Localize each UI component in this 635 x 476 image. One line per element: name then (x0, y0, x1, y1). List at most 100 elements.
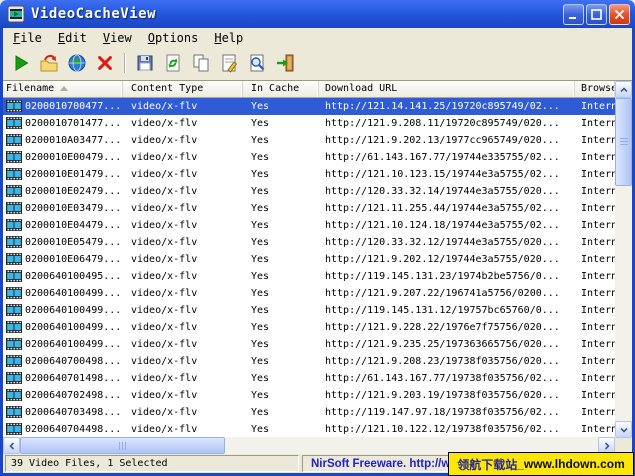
close-icon (614, 9, 625, 20)
content-type-cell: video/x-flv (123, 118, 243, 129)
exit-button[interactable] (273, 51, 297, 75)
filename-cell: 0200640702498... (25, 390, 121, 401)
table-row[interactable]: 0200640700498... video/x-flv Yes http://… (3, 353, 615, 370)
film-icon (6, 321, 22, 333)
copy-button[interactable] (189, 51, 213, 75)
watermark-site-url: _www.lhdown.com (517, 457, 625, 471)
filename-cell: 0200010E02479... (25, 186, 121, 197)
table-row[interactable]: 0200640100499... video/x-flv Yes http://… (3, 285, 615, 302)
menu-options[interactable]: Options (140, 29, 207, 47)
arrow-down-icon (620, 426, 628, 434)
scroll-down-button[interactable] (615, 421, 632, 438)
scroll-left-button[interactable] (3, 437, 20, 454)
browser-cell: Intern (575, 407, 615, 418)
in-cache-cell: Yes (243, 305, 319, 316)
table-row[interactable]: 0200640703498... video/x-flv Yes http://… (3, 404, 615, 421)
close-button[interactable] (609, 4, 630, 25)
horizontal-scroll-thumb[interactable] (20, 437, 225, 454)
filename-cell: 0200010701477... (25, 118, 121, 129)
table-row[interactable]: 0200010E05479... video/x-flv Yes http://… (3, 234, 615, 251)
in-cache-cell: Yes (243, 118, 319, 129)
table-row[interactable]: 0200010E00479... video/x-flv Yes http://… (3, 149, 615, 166)
save-button[interactable] (133, 51, 157, 75)
filename-cell: 0200640700498... (25, 356, 121, 367)
open-in-browser-button[interactable] (65, 51, 89, 75)
filename-cell: 0200010E00479... (25, 152, 121, 163)
browser-cell: Intern (575, 322, 615, 333)
film-icon (6, 117, 22, 129)
table-row[interactable]: 0200010E04479... video/x-flv Yes http://… (3, 217, 615, 234)
download-url-cell: http://61.143.167.77/19738f035756/02... (319, 373, 575, 384)
table-row[interactable]: 0200010E06479... video/x-flv Yes http://… (3, 251, 615, 268)
vertical-scrollbar[interactable] (615, 81, 632, 438)
copy-files-button[interactable] (37, 51, 61, 75)
delete-button[interactable] (93, 51, 117, 75)
scroll-up-button[interactable] (615, 81, 632, 98)
refresh-button[interactable] (161, 51, 185, 75)
filename-cell: 0200010E06479... (25, 254, 121, 265)
table-row[interactable]: 0200010E03479... video/x-flv Yes http://… (3, 200, 615, 217)
download-url-cell: http://119.145.131.23/1974b2be5756/0... (319, 271, 575, 282)
column-header-download-url[interactable]: Download URL (319, 81, 575, 97)
arrow-right-icon (603, 442, 611, 450)
browser-cell: Intern (575, 356, 615, 367)
filename-cell: 0200640703498... (25, 407, 121, 418)
column-header-filename[interactable]: Filename (3, 81, 123, 97)
filename-cell: 0200640100499... (25, 305, 121, 316)
table-row[interactable]: 0200640702498... video/x-flv Yes http://… (3, 387, 615, 404)
film-icon (6, 253, 22, 265)
menu-help[interactable]: Help (206, 29, 251, 47)
vertical-scroll-track[interactable] (615, 98, 632, 421)
filename-cell: 0200640704498... (25, 424, 121, 435)
globe-icon (67, 53, 87, 73)
film-icon (6, 185, 22, 197)
table-row[interactable]: 0200010701477... video/x-flv Yes http://… (3, 115, 615, 132)
filename-cell: 0200640100499... (25, 339, 121, 350)
find-button[interactable] (245, 51, 269, 75)
in-cache-cell: Yes (243, 101, 319, 112)
table-row[interactable]: 0200010700477... video/x-flv Yes http://… (3, 98, 615, 115)
table-row[interactable]: 0200640100499... video/x-flv Yes http://… (3, 319, 615, 336)
table-row[interactable]: 0200640100499... video/x-flv Yes http://… (3, 336, 615, 353)
title-bar: VideoCacheView (0, 0, 635, 28)
column-header-browser[interactable]: Browser (575, 81, 615, 97)
minimize-icon (568, 9, 579, 20)
scroll-grip (119, 442, 127, 450)
play-button[interactable] (9, 51, 33, 75)
in-cache-cell: Yes (243, 237, 319, 248)
table-row[interactable]: 0200640100499... video/x-flv Yes http://… (3, 302, 615, 319)
table-row[interactable]: 0200640701498... video/x-flv Yes http://… (3, 370, 615, 387)
maximize-button[interactable] (586, 4, 607, 25)
table-row[interactable]: 0200010E01479... video/x-flv Yes http://… (3, 166, 615, 183)
table-row[interactable]: 0200640100495... video/x-flv Yes http://… (3, 268, 615, 285)
browser-cell: Intern (575, 203, 615, 214)
film-icon (6, 236, 22, 248)
menu-view[interactable]: View (95, 29, 140, 47)
vertical-scroll-thumb[interactable] (615, 98, 632, 186)
table-row[interactable]: 0200640704498... video/x-flv Yes http://… (3, 421, 615, 437)
film-icon (6, 219, 22, 231)
filename-cell: 0200010700477... (25, 101, 121, 112)
menu-file[interactable]: File (5, 29, 50, 47)
content-type-cell: video/x-flv (123, 271, 243, 282)
in-cache-cell: Yes (243, 288, 319, 299)
menu-bar: File Edit View Options Help (3, 28, 632, 48)
download-url-cell: http://121.14.141.25/19720c895749/02... (319, 101, 575, 112)
browser-cell: Intern (575, 254, 615, 265)
content-type-cell: video/x-flv (123, 135, 243, 146)
in-cache-cell: Yes (243, 186, 319, 197)
in-cache-cell: Yes (243, 254, 319, 265)
menu-edit[interactable]: Edit (50, 29, 95, 47)
table-row[interactable]: 0200010A03477... video/x-flv Yes http://… (3, 132, 615, 149)
browser-cell: Intern (575, 339, 615, 350)
in-cache-cell: Yes (243, 322, 319, 333)
table-row[interactable]: 0200010E02479... video/x-flv Yes http://… (3, 183, 615, 200)
browser-cell: Intern (575, 390, 615, 401)
properties-button[interactable] (217, 51, 241, 75)
content-type-cell: video/x-flv (123, 305, 243, 316)
in-cache-cell: Yes (243, 135, 319, 146)
minimize-button[interactable] (563, 4, 584, 25)
column-header-content-type[interactable]: Content Type (123, 81, 243, 97)
column-header-in-cache[interactable]: In Cache (243, 81, 319, 97)
arrow-up-icon (620, 86, 628, 94)
